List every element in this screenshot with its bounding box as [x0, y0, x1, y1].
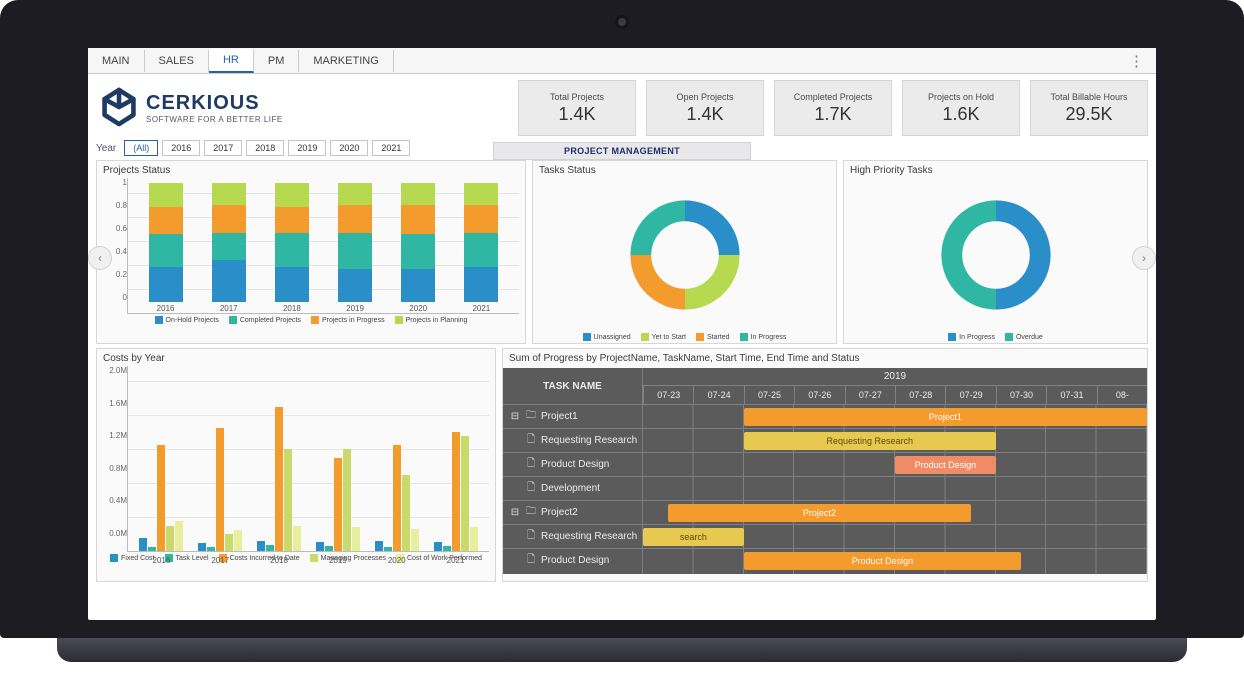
gantt-row[interactable]: 🗋Requesting Research	[503, 524, 642, 548]
tab-pm[interactable]: PM	[254, 50, 300, 72]
brand-logo: CERKIOUS SOFTWARE FOR A BETTER LIFE	[96, 80, 287, 136]
tasks-status-title: Tasks Status	[539, 165, 830, 176]
gantt-bar[interactable]: Project1	[744, 408, 1147, 426]
collapse-icon[interactable]: ⊟	[509, 411, 521, 422]
gantt-title: Sum of Progress by ProjectName, TaskName…	[503, 349, 1147, 368]
tab-marketing[interactable]: MARKETING	[299, 50, 393, 72]
gantt-row[interactable]: 🗋Product Design	[503, 452, 642, 476]
folder-icon: 🗀	[525, 504, 537, 521]
kpi-completed-projects: Completed Projects1.7K	[774, 80, 892, 136]
gantt-row[interactable]: ⊟🗀Project2	[503, 500, 642, 524]
brand-name: CERKIOUS	[146, 92, 283, 115]
collapse-icon[interactable]: ⊟	[509, 507, 521, 518]
gantt-row[interactable]: 🗋Requesting Research	[503, 428, 642, 452]
panel-projects-status: Projects Status 10.80.60.40.20 201620172…	[96, 160, 526, 344]
brand-tagline: SOFTWARE FOR A BETTER LIFE	[146, 115, 283, 124]
gantt-col-header: TASK NAME	[503, 368, 642, 404]
kpi-projects-on-hold: Projects on Hold1.6K	[902, 80, 1020, 136]
carousel-next-icon[interactable]: ›	[1132, 246, 1156, 270]
file-icon: 🗋	[525, 480, 537, 497]
kpi-billable-hours: Total Billable Hours29.5K	[1030, 80, 1148, 136]
tab-bar: MAIN SALES HR PM MARKETING ⋮	[88, 48, 1156, 74]
gantt-bar[interactable]: Product Design	[895, 456, 996, 474]
year-all[interactable]: (All)	[124, 140, 158, 156]
high-priority-title: High Priority Tasks	[850, 165, 1141, 176]
gantt-bar[interactable]: Product Design	[744, 552, 1021, 570]
tab-hr[interactable]: HR	[209, 49, 254, 73]
panel-costs: Costs by Year 2.0M1.6M1.2M0.8M0.4M0.0M 2…	[96, 348, 496, 582]
pm-banner: PROJECT MANAGEMENT	[493, 142, 751, 160]
gantt-year: 2019	[643, 368, 1147, 386]
gantt-row[interactable]: ⊟🗀Project1	[503, 404, 642, 428]
year-2016[interactable]: 2016	[162, 140, 200, 156]
gantt-bar[interactable]: search	[643, 528, 744, 546]
gantt-row[interactable]: 🗋Development	[503, 476, 642, 500]
file-icon: 🗋	[525, 528, 537, 545]
costs-title: Costs by Year	[103, 353, 489, 364]
year-2019[interactable]: 2019	[288, 140, 326, 156]
year-2021[interactable]: 2021	[372, 140, 410, 156]
file-icon: 🗋	[525, 456, 537, 473]
projects-status-title: Projects Status	[103, 165, 519, 176]
overflow-menu-icon[interactable]: ⋮	[1117, 52, 1156, 70]
tab-main[interactable]: MAIN	[88, 50, 145, 72]
year-2020[interactable]: 2020	[330, 140, 368, 156]
tab-sales[interactable]: SALES	[145, 50, 209, 72]
year-filter-label: Year	[96, 143, 116, 154]
file-icon: 🗋	[525, 552, 537, 569]
carousel-prev-icon[interactable]: ‹	[88, 246, 112, 270]
folder-icon: 🗀	[525, 408, 537, 425]
logo-icon	[98, 86, 140, 131]
panel-high-priority: High Priority Tasks In Progress Overdue	[843, 160, 1148, 344]
gantt-bar[interactable]: Project2	[668, 504, 970, 522]
year-2017[interactable]: 2017	[204, 140, 242, 156]
kpi-total-projects: Total Projects1.4K	[518, 80, 636, 136]
year-2018[interactable]: 2018	[246, 140, 284, 156]
gantt-row[interactable]: 🗋Product Design	[503, 548, 642, 572]
panel-gantt: Sum of Progress by ProjectName, TaskName…	[502, 348, 1148, 582]
kpi-open-projects: Open Projects1.4K	[646, 80, 764, 136]
file-icon: 🗋	[525, 432, 537, 449]
panel-tasks-status: Tasks Status Unassigned Yet to Start Sta…	[532, 160, 837, 344]
gantt-bar[interactable]: Requesting Research	[744, 432, 996, 450]
